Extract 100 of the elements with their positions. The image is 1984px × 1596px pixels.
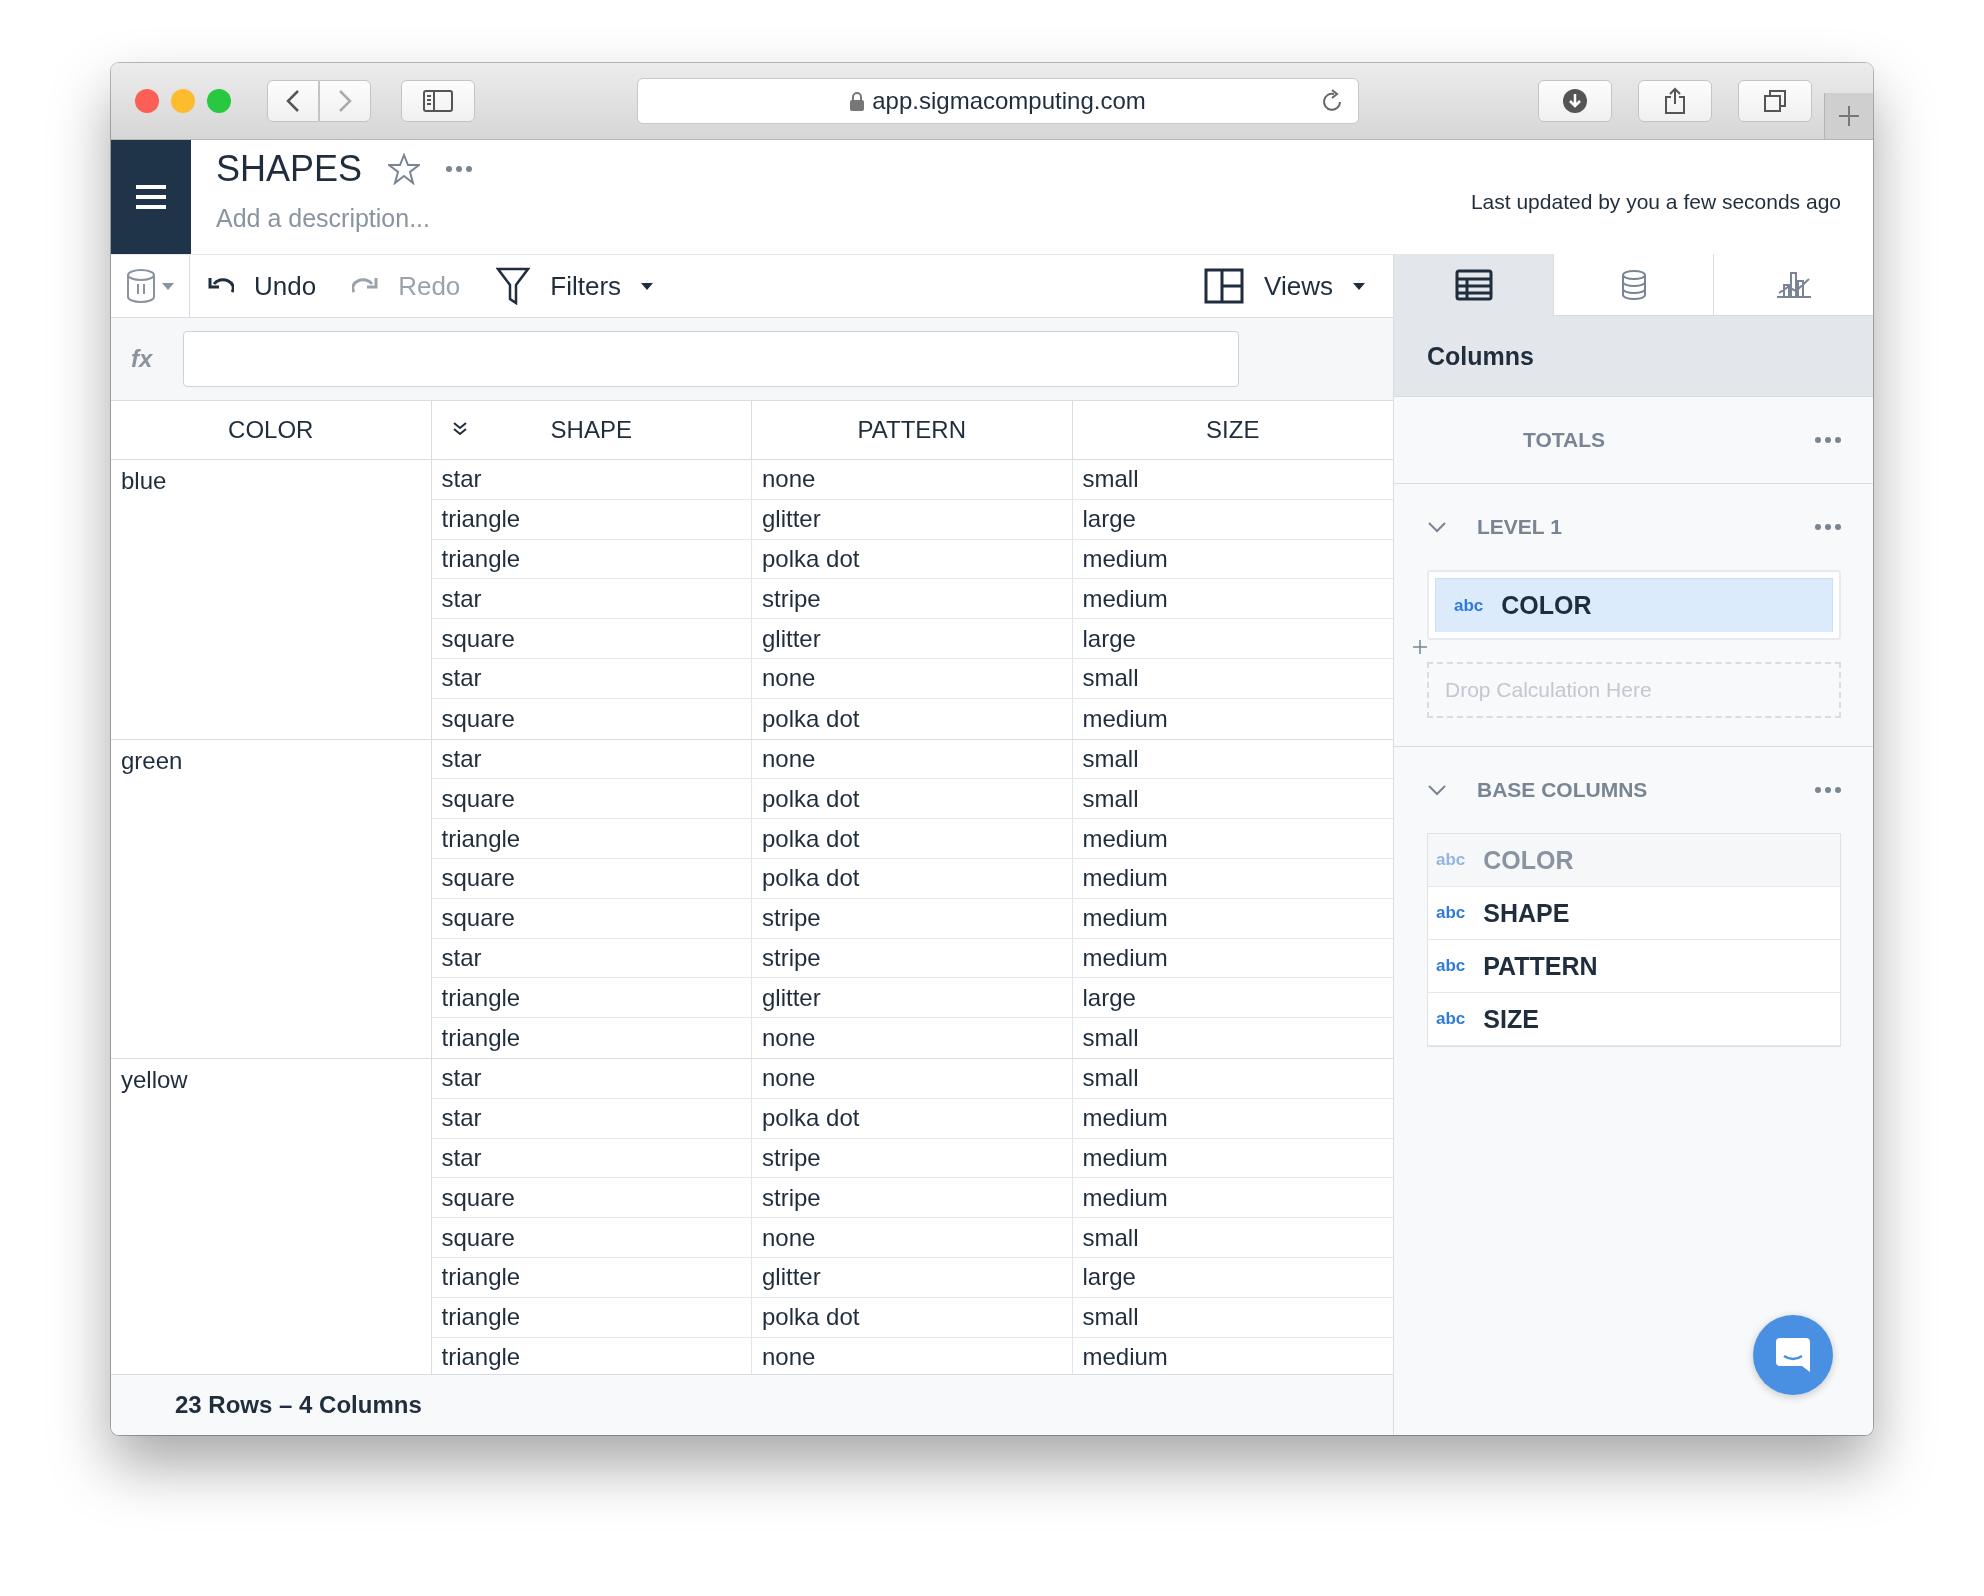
formula-label: fx [131,345,154,373]
table-icon [1454,268,1493,301]
table-cell: star [431,579,752,619]
views-button[interactable]: Views [1186,255,1383,317]
layout-icon [1204,268,1245,304]
type-label: abc [1436,956,1466,976]
chevron-icon[interactable] [1427,784,1447,796]
table-cell: green [111,739,432,1058]
share-button[interactable] [1638,80,1712,122]
table-cell: star [431,1098,752,1138]
table-cell-text: medium [1081,703,1169,734]
table-cell-text: small [1081,783,1140,814]
download-button[interactable] [1538,80,1612,122]
database-icon [1620,268,1647,301]
table-cell: polka dot [752,698,1073,739]
star-icon[interactable] [388,153,421,185]
chat-icon [1774,1336,1812,1374]
table-cell-text: large [1081,504,1137,535]
table-cell: star [431,938,752,978]
table-cell: polka dot [752,1098,1073,1138]
caret-icon [1353,282,1365,290]
sidebar-icon [423,90,453,112]
table-cell: none [752,659,1073,698]
table-cell: glitter [752,1257,1073,1297]
column-item[interactable]: abc SHAPE [1428,887,1840,940]
table-cell: none [752,1058,1073,1098]
column-header[interactable]: COLOR [111,401,432,460]
plus-icon [1838,105,1860,127]
more-icon[interactable] [1815,437,1841,443]
table-cell: polka dot [752,819,1073,858]
table-cell: triangle [431,819,752,858]
new-tab-button[interactable] [1824,93,1873,139]
table-cell-text: medium [1081,1103,1169,1134]
reload-icon[interactable] [1320,88,1344,114]
chevron-icon[interactable] [1427,521,1447,533]
table-cell: triangle [431,1297,752,1337]
table-cell-text: small [1081,743,1140,774]
table-cell: polka dot [752,539,1073,579]
table-cell: blue [111,460,432,739]
more-icon[interactable] [1815,524,1841,530]
column-item[interactable]: abc COLOR [1435,578,1833,632]
column-item[interactable]: abc SIZE [1428,993,1840,1046]
panel-title: Columns [1427,341,1534,371]
table-cell-text: small [1081,1222,1140,1253]
formula-input[interactable] [183,331,1239,387]
base-columns-label: BASE COLUMNS [1477,778,1649,802]
table-cell: star [431,460,752,499]
totals-label: TOTALS [1523,428,1607,452]
menu-button[interactable] [111,140,191,254]
lock-icon [850,91,865,111]
more-icon[interactable] [446,166,473,172]
row-count: 23 Rows – 4 Columns [175,1391,422,1419]
table-cell-text: medium [1081,1182,1169,1213]
close-button[interactable] [135,89,159,113]
chat-button[interactable] [1753,1315,1833,1395]
back-button[interactable] [267,80,319,122]
table-cell-text: large [1081,1262,1137,1293]
column-item[interactable]: abc PATTERN [1428,940,1840,993]
type-label: abc [1436,850,1466,870]
type-label: abc [1436,903,1466,923]
sidebar-button[interactable] [401,80,475,122]
column-header[interactable]: SIZE [1072,401,1393,460]
tabs-icon [1763,89,1787,113]
table-cell-text: medium [1081,942,1169,973]
table-cell-text: medium [1081,544,1169,574]
table-cell: glitter [752,499,1073,539]
add-icon[interactable] [1413,640,1427,654]
table-cell: stripe [752,938,1073,978]
table-cell-text: medium [1081,863,1169,894]
level-label: LEVEL 1 [1477,515,1563,539]
table-cell: star [431,1138,752,1178]
caret-icon [641,282,654,290]
undo-button[interactable]: Undo [190,255,335,317]
download-icon [1562,88,1588,114]
table-cell: square [431,1218,752,1257]
menu-icon [135,184,167,210]
double-chevron-icon[interactable] [451,421,468,437]
table-cell: triangle [431,499,752,539]
table-cell: square [431,1178,752,1218]
panel-tab[interactable] [1394,254,1553,316]
column-header[interactable]: PATTERN [752,401,1073,460]
filter-icon [496,267,531,305]
caret-icon [162,282,174,290]
table-cell: star [431,739,752,779]
table-cell-text: medium [1081,1142,1169,1173]
more-icon[interactable] [1815,787,1841,793]
forward-icon [338,89,352,113]
table-cell: star [431,659,752,698]
table-cell: square [431,698,752,739]
table-cell: triangle [431,978,752,1018]
table-cell: star [431,1058,752,1098]
address-bar[interactable]: app.sigmacomputing.com [637,78,1359,124]
filters-button[interactable]: Filters [478,255,672,317]
tabs-button[interactable] [1738,80,1812,122]
column-header[interactable]: SHAPE [431,401,752,460]
table-cell: triangle [431,1257,752,1297]
table-cell: glitter [752,619,1073,658]
table-cell: polka dot [752,1297,1073,1337]
table-cell-text: small [1081,1063,1140,1094]
back-icon [286,89,300,113]
